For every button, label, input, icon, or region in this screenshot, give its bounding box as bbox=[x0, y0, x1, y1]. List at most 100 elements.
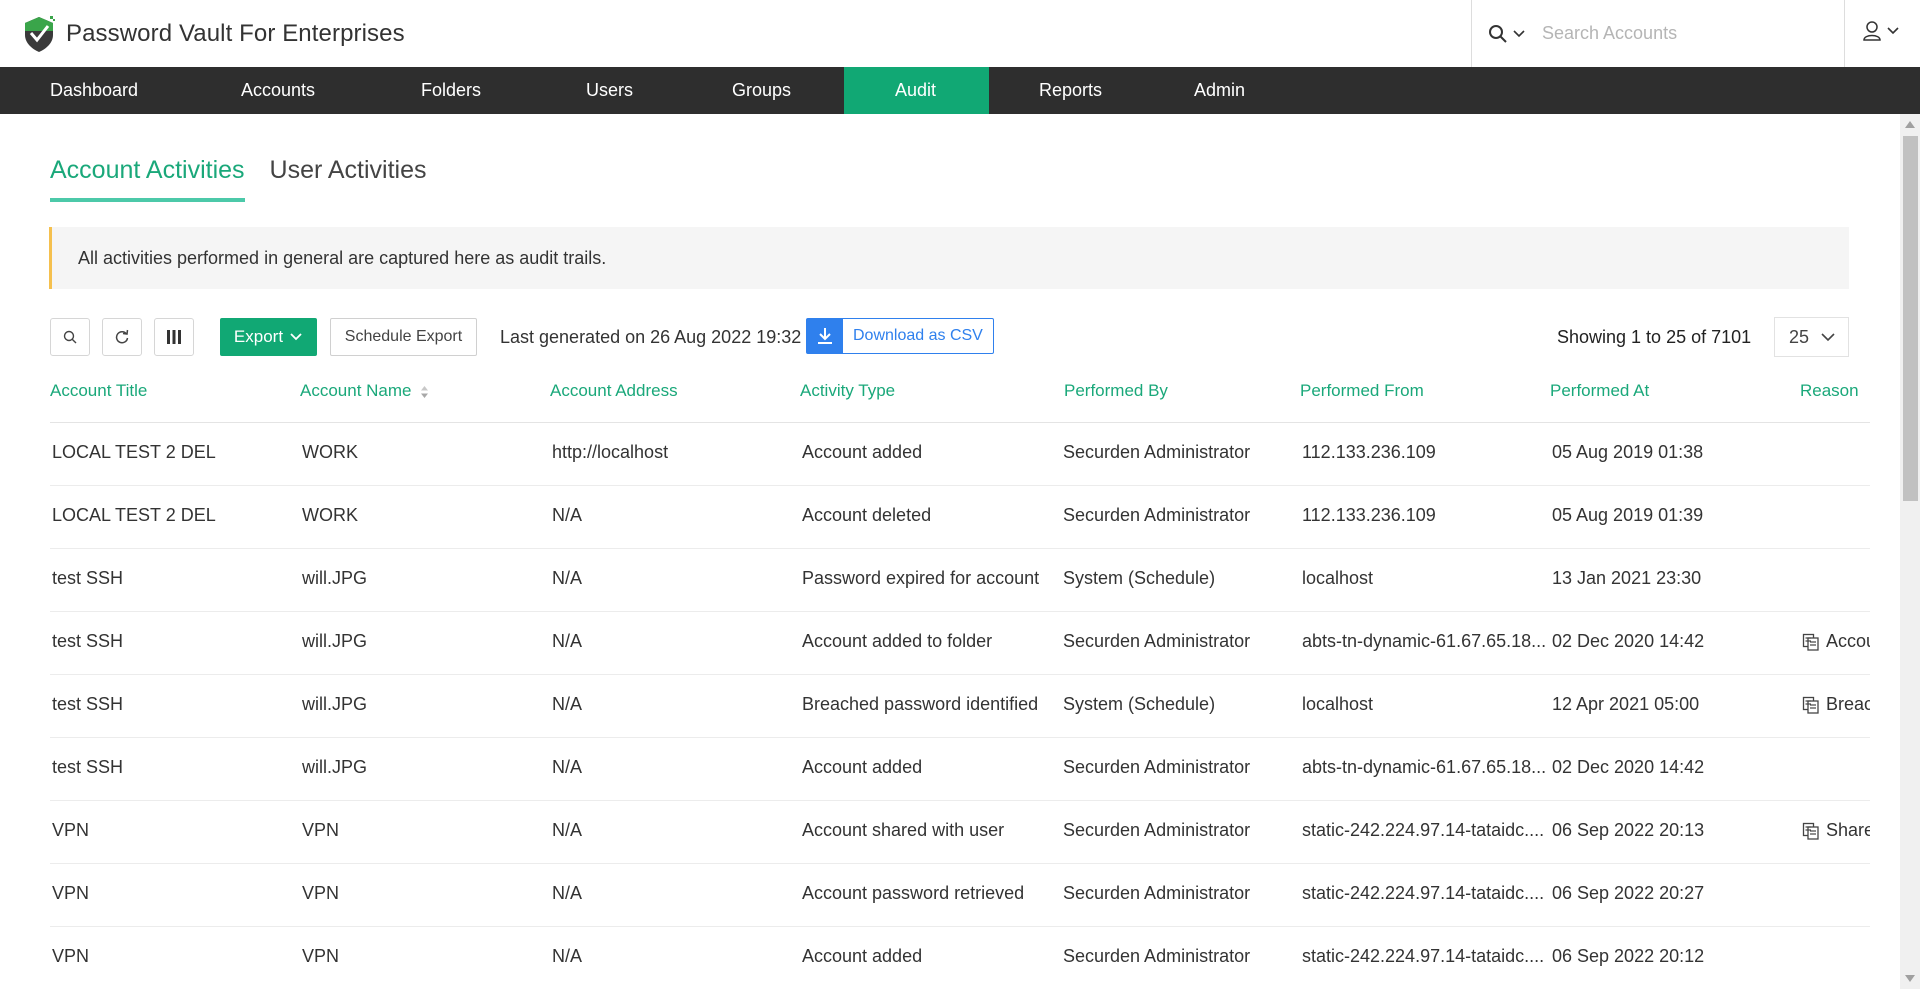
cell-account-name: will.JPG bbox=[302, 757, 368, 777]
scroll-down-arrow[interactable] bbox=[1905, 975, 1915, 982]
main-nav: Dashboard Accounts Folders Users Groups … bbox=[0, 67, 1920, 114]
cell-performed-from: static-242.224.97.14-tataidc.... bbox=[1302, 883, 1545, 903]
cell-account-name: will.JPG bbox=[302, 568, 368, 588]
column-header-performed-from[interactable]: Performed From bbox=[1300, 381, 1424, 401]
table-toolbar: Export Schedule Export Last generated on… bbox=[50, 317, 1850, 357]
schedule-export-button[interactable]: Schedule Export bbox=[330, 318, 477, 356]
cell-performed-by: Securden Administrator bbox=[1063, 946, 1251, 966]
table-row[interactable]: test SSH will.JPG N/A Account added Securden… bbox=[50, 738, 1870, 801]
app-title: Password Vault For Enterprises bbox=[66, 19, 405, 47]
table-body: LOCAL TEST 2 DEL WORK http://localhost Acco… bbox=[50, 423, 1870, 989]
cell-performed-by: Securden Administrator bbox=[1063, 631, 1251, 651]
cell-activity-type: Account added bbox=[802, 442, 923, 462]
download-icon bbox=[807, 319, 843, 353]
cell-account-name: will.JPG bbox=[302, 694, 368, 714]
table-row[interactable]: LOCAL TEST 2 DEL WORK http://localhost Acco… bbox=[50, 423, 1870, 486]
top-header: Password Vault For Enterprises bbox=[0, 0, 1920, 67]
cell-performed-at: 06 Sep 2022 20:27 bbox=[1552, 883, 1705, 903]
table-row[interactable]: test SSH will.JPG N/A Password expired for … bbox=[50, 549, 1870, 612]
chevron-down-icon bbox=[1821, 333, 1835, 342]
cell-account-name: WORK bbox=[302, 505, 358, 525]
cell-performed-at: 05 Aug 2019 01:38 bbox=[1552, 442, 1704, 462]
page-size-select[interactable]: 25 bbox=[1774, 317, 1849, 357]
nav-item-users[interactable]: Users bbox=[536, 67, 676, 114]
cell-activity-type: Account added bbox=[802, 946, 923, 966]
table-row[interactable]: VPN VPN N/A Account shared with user Securde… bbox=[50, 801, 1870, 864]
column-header-account-name[interactable]: Account Name bbox=[300, 381, 429, 401]
notes-icon bbox=[1802, 696, 1819, 714]
scroll-thumb[interactable] bbox=[1903, 136, 1918, 501]
chevron-down-icon bbox=[1887, 27, 1899, 35]
cell-reason[interactable]: Share bbox=[1802, 820, 1870, 841]
nav-item-accounts[interactable]: Accounts bbox=[189, 67, 362, 114]
audit-tabs: Account Activities User Activities bbox=[50, 156, 452, 202]
cell-performed-by: Securden Administrator bbox=[1063, 820, 1251, 840]
download-csv-button[interactable]: Download as CSV bbox=[806, 318, 994, 354]
table-row[interactable]: VPN VPN N/A Account password retrieved Secur… bbox=[50, 864, 1870, 927]
columns-button[interactable] bbox=[154, 318, 194, 356]
column-header-activity-type[interactable]: Activity Type bbox=[800, 381, 895, 401]
column-header-account-address[interactable]: Account Address bbox=[550, 381, 678, 401]
column-header-account-title[interactable]: Account Title bbox=[50, 381, 147, 401]
refresh-button[interactable] bbox=[102, 318, 142, 356]
cell-account-title: VPN bbox=[52, 820, 90, 840]
nav-item-folders[interactable]: Folders bbox=[362, 67, 536, 114]
cell-performed-by: Securden Administrator bbox=[1063, 442, 1251, 462]
search-scope-toggle[interactable] bbox=[1488, 24, 1526, 44]
cell-performed-at: 02 Dec 2020 14:42 bbox=[1552, 757, 1705, 777]
nav-item-reports[interactable]: Reports bbox=[989, 67, 1155, 114]
scroll-up-arrow[interactable] bbox=[1905, 121, 1915, 128]
search-button[interactable] bbox=[50, 318, 90, 356]
cell-performed-at: 13 Jan 2021 23:30 bbox=[1552, 568, 1702, 588]
cell-activity-type: Breached password identified bbox=[802, 694, 1039, 714]
table-row[interactable]: VPN VPN N/A Account added Securden Administr… bbox=[50, 927, 1870, 989]
cell-account-address: N/A bbox=[552, 820, 583, 840]
nav-item-dashboard[interactable]: Dashboard bbox=[0, 67, 189, 114]
cell-account-name: VPN bbox=[302, 820, 340, 840]
cell-account-title: LOCAL TEST 2 DEL bbox=[52, 505, 216, 525]
reason-text: Accou bbox=[1826, 631, 1870, 651]
table-row[interactable]: test SSH will.JPG N/A Account added to fold… bbox=[50, 612, 1870, 675]
cell-performed-by: Securden Administrator bbox=[1063, 505, 1251, 525]
column-header-reason[interactable]: Reason bbox=[1800, 381, 1859, 401]
download-csv-label: Download as CSV bbox=[853, 327, 983, 344]
cell-account-name: will.JPG bbox=[302, 631, 368, 651]
cell-reason[interactable]: Accou bbox=[1802, 631, 1870, 652]
nav-item-admin[interactable]: Admin bbox=[1155, 67, 1275, 114]
last-generated-text: Last generated on 26 Aug 2022 19:32 bbox=[500, 327, 802, 347]
nav-item-groups[interactable]: Groups bbox=[676, 67, 844, 114]
cell-activity-type: Account added bbox=[802, 757, 923, 777]
column-header-performed-by[interactable]: Performed By bbox=[1064, 381, 1168, 401]
info-banner: All activities performed in general are … bbox=[49, 227, 1849, 289]
column-header-performed-at[interactable]: Performed At bbox=[1550, 381, 1649, 401]
search-area bbox=[1471, 0, 1845, 67]
cell-activity-type: Account deleted bbox=[802, 505, 932, 525]
tab-user-activities[interactable]: User Activities bbox=[270, 156, 427, 202]
cell-performed-at: 05 Aug 2019 01:39 bbox=[1552, 505, 1704, 525]
cell-account-address: N/A bbox=[552, 946, 583, 966]
sort-icon bbox=[421, 385, 429, 398]
brand[interactable]: Password Vault For Enterprises bbox=[22, 15, 405, 53]
table-row[interactable]: LOCAL TEST 2 DEL WORK N/A Account deleted Se… bbox=[50, 486, 1870, 549]
cell-performed-from: abts-tn-dynamic-61.67.65.18... bbox=[1302, 631, 1547, 651]
notes-icon bbox=[1802, 822, 1819, 840]
column-header-label: Account Name bbox=[300, 381, 412, 400]
cell-performed-by: Securden Administrator bbox=[1063, 757, 1251, 777]
cell-performed-from: static-242.224.97.14-tataidc.... bbox=[1302, 820, 1545, 840]
cell-account-title: test SSH bbox=[52, 757, 124, 777]
tab-account-activities[interactable]: Account Activities bbox=[50, 156, 245, 202]
cell-activity-type: Account password retrieved bbox=[802, 883, 1025, 903]
cell-reason[interactable]: Breac bbox=[1802, 694, 1870, 715]
page-scrollbar[interactable] bbox=[1900, 114, 1920, 989]
table-row[interactable]: test SSH will.JPG N/A Breached password ide… bbox=[50, 675, 1870, 738]
user-icon bbox=[1863, 21, 1881, 41]
cell-performed-from: localhost bbox=[1302, 694, 1374, 714]
cell-performed-at: 02 Dec 2020 14:42 bbox=[1552, 631, 1705, 651]
cell-account-title: test SSH bbox=[52, 631, 124, 651]
search-accounts-input[interactable] bbox=[1542, 23, 1802, 44]
nav-item-audit[interactable]: Audit bbox=[844, 67, 989, 114]
cell-account-name: VPN bbox=[302, 883, 340, 903]
user-menu[interactable] bbox=[1862, 20, 1900, 42]
reason-text: Share bbox=[1826, 820, 1870, 840]
export-button[interactable]: Export bbox=[220, 318, 317, 356]
